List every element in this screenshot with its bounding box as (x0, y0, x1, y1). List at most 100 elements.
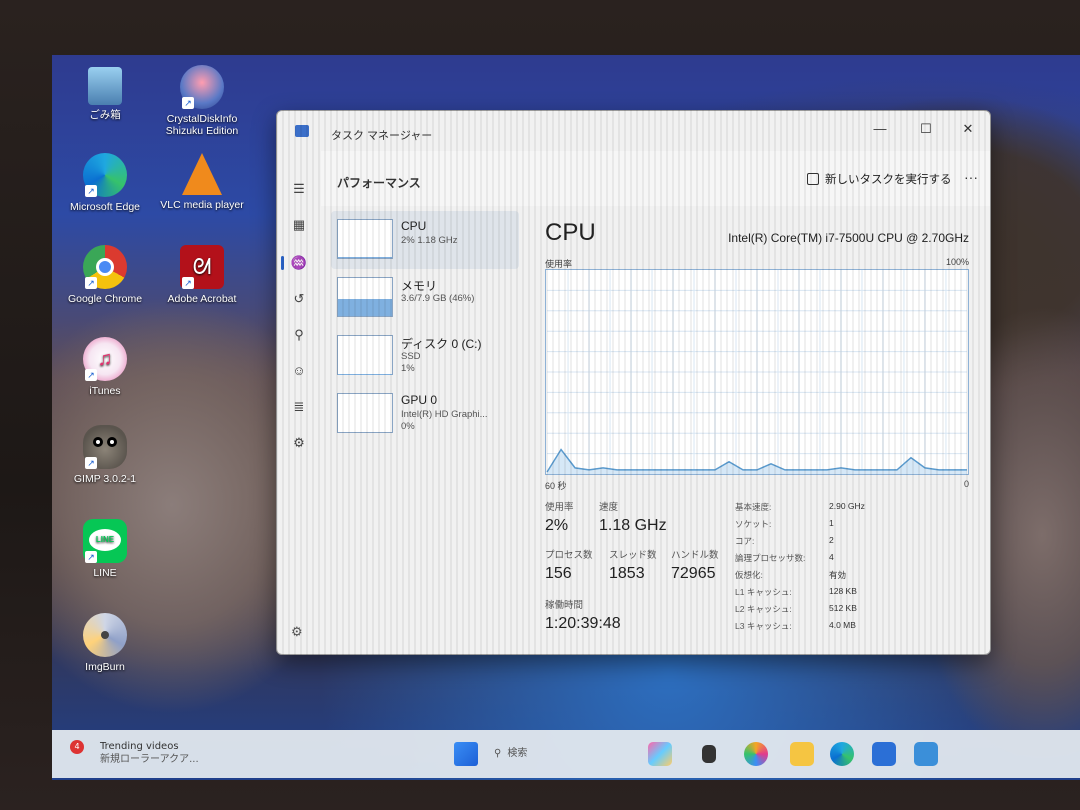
page-title: パフォーマンス (337, 176, 421, 190)
search-icon: ⚲ (494, 748, 502, 759)
processes-label: プロセス数 (545, 550, 593, 561)
line-icon: LINE ↗ (83, 519, 127, 563)
desktop-icon-acrobat[interactable]: ᘛ ↗ Adobe Acrobat (154, 245, 250, 305)
resource-detail: 2% 1.18 GHz (401, 235, 458, 246)
itunes-icon: ♫ ↗ (83, 337, 127, 381)
resource-detail: SSD (401, 351, 421, 362)
search-placeholder: 検索 (507, 748, 528, 759)
cpu-heading: CPU (545, 219, 596, 246)
resource-thumbnail (337, 335, 393, 375)
resource-detail: Intel(R) HD Graphi... (401, 409, 488, 420)
resource-item-disk[interactable]: ディスク 0 (C:) SSD 1% (331, 327, 519, 385)
title-bar[interactable]: タスク マネージャー — ☐ ✕ (277, 111, 990, 151)
crystaldiskinfo-icon: ↗ (180, 65, 224, 109)
news-widget[interactable]: 4 Trending videos 新規ローラーアクア... (70, 740, 199, 766)
spec-value: 1 (829, 518, 834, 528)
hamburger-menu-icon[interactable]: ☰ (289, 179, 309, 199)
task-manager-window: タスク マネージャー — ☐ ✕ ☰ ▦ ♒ ↺ ⚲ ☺ ≣ ⚙ パフォーマンス… (276, 110, 991, 655)
usage-label: 使用率 (545, 502, 574, 513)
settings-icon[interactable]: ⚙ (291, 624, 303, 640)
desktop-icon-label: LINE (93, 567, 117, 579)
taskbar-search[interactable]: ⚲ 検索 (494, 742, 634, 766)
performance-nav-icon[interactable]: ♒ (281, 253, 309, 273)
desktop-icon-chrome[interactable]: ↗ Google Chrome (57, 245, 153, 305)
desktop-icon-label: Microsoft Edge (69, 201, 141, 213)
handles-value: 72965 (671, 565, 716, 582)
resource-detail-2: 0% (401, 421, 415, 432)
users-nav-icon[interactable]: ☺ (289, 361, 309, 381)
resource-item-cpu[interactable]: CPU 2% 1.18 GHz (331, 211, 519, 269)
minimize-button[interactable]: — (865, 119, 895, 139)
spec-key: コア: (735, 536, 755, 546)
graph-x-left-label: 60 秒 (545, 481, 567, 491)
desktop-icon-crystaldiskinfo[interactable]: ↗ CrystalDiskInfo Shizuku Edition (154, 65, 250, 137)
file-explorer-app-icon[interactable] (790, 742, 814, 766)
cpu-usage-graph (545, 269, 969, 475)
app-history-nav-icon[interactable]: ↺ (289, 289, 309, 309)
desktop-icon-vlc[interactable]: VLC media player (154, 153, 250, 211)
spec-value: 128 KB (829, 586, 857, 596)
imgburn-icon (83, 613, 127, 657)
edge-icon: ↗ (83, 153, 127, 197)
more-options-button[interactable]: ··· (964, 169, 978, 185)
task-manager-taskbar-icon[interactable] (914, 742, 938, 766)
cpu-model: Intel(R) Core(TM) i7-7500U CPU @ 2.70GHz (728, 231, 969, 245)
spec-value: 有効 (829, 570, 847, 580)
spec-key: 基本速度: (735, 502, 772, 512)
desktop-icon-gimp[interactable]: ↗ GIMP 3.0.2-1 (57, 425, 153, 485)
desktop-icon-label: ごみ箱 (89, 109, 121, 121)
run-new-task-button[interactable]: 新しいタスクを実行する (807, 171, 952, 187)
desktop-icon-itunes[interactable]: ♫ ↗ iTunes (57, 337, 153, 397)
resource-name: メモリ (401, 279, 438, 293)
threads-label: スレッド数 (609, 550, 657, 561)
page-header: パフォーマンス 新しいタスクを実行する ··· (321, 151, 990, 206)
desktop-icon-edge[interactable]: ↗ Microsoft Edge (57, 153, 153, 213)
new-task-icon (807, 173, 819, 185)
spec-value: 2.90 GHz (829, 501, 865, 511)
processes-nav-icon[interactable]: ▦ (289, 215, 309, 235)
store-app-icon[interactable] (872, 742, 896, 766)
spec-key: L3 キャッシュ: (735, 621, 792, 631)
uptime-label: 稼働時間 (545, 600, 584, 611)
spec-value: 4 (829, 552, 834, 562)
details-nav-icon[interactable]: ≣ (289, 397, 309, 417)
desktop-icon-line[interactable]: LINE ↗ LINE (57, 519, 153, 579)
start-button[interactable] (454, 742, 478, 766)
taskbar: 4 Trending videos 新規ローラーアクア... ⚲ 検索 (52, 730, 1080, 778)
task-manager-app-icon (295, 125, 309, 137)
close-button[interactable]: ✕ (953, 119, 983, 139)
services-nav-icon[interactable]: ⚙ (289, 433, 309, 453)
resource-fill (338, 298, 392, 316)
maximize-button[interactable]: ☐ (911, 119, 941, 139)
spec-value: 512 KB (829, 603, 857, 613)
desktop-icon-recycle-bin[interactable]: ごみ箱 (57, 67, 153, 121)
widgets-app-icon[interactable] (648, 742, 672, 766)
handles-label: ハンドル数 (671, 550, 719, 561)
resource-name: CPU (401, 219, 427, 233)
run-new-task-label: 新しいタスクを実行する (825, 174, 952, 186)
spec-key: L2 キャッシュ: (735, 604, 792, 614)
desktop-icon-label: VLC media player (160, 199, 244, 211)
desktop-icon-label: ImgBurn (85, 661, 125, 673)
desktop-icon-imgburn[interactable]: ImgBurn (57, 613, 153, 673)
edge-taskbar-icon[interactable] (830, 742, 854, 766)
resource-item-memory[interactable]: メモリ 3.6/7.9 GB (46%) (331, 269, 519, 327)
usage-value: 2% (545, 517, 569, 534)
spec-key: 論理プロセッサ数: (735, 553, 806, 563)
resource-name: ディスク 0 (C:) (401, 337, 482, 351)
news-subtitle: 新規ローラーアクア... (100, 754, 199, 765)
uptime-value: 1:20:39:48 (545, 615, 621, 632)
notepad-app-icon[interactable] (702, 745, 716, 763)
vlc-icon (182, 153, 222, 195)
resource-detail-2: 1% (401, 363, 415, 374)
gimp-icon: ↗ (83, 425, 127, 469)
resource-item-gpu[interactable]: GPU 0 Intel(R) HD Graphi... 0% (331, 385, 519, 443)
spec-value: 4.0 MB (829, 620, 856, 630)
desktop-icon-label: CrystalDiskInfo Shizuku Edition (165, 113, 239, 137)
speed-value: 1.18 GHz (599, 517, 667, 534)
desktop-icon-label: iTunes (89, 385, 121, 397)
copilot-app-icon[interactable] (744, 742, 768, 766)
acrobat-icon: ᘛ ↗ (180, 245, 224, 289)
spec-key: 仮想化: (735, 570, 763, 580)
startup-apps-nav-icon[interactable]: ⚲ (289, 325, 309, 345)
